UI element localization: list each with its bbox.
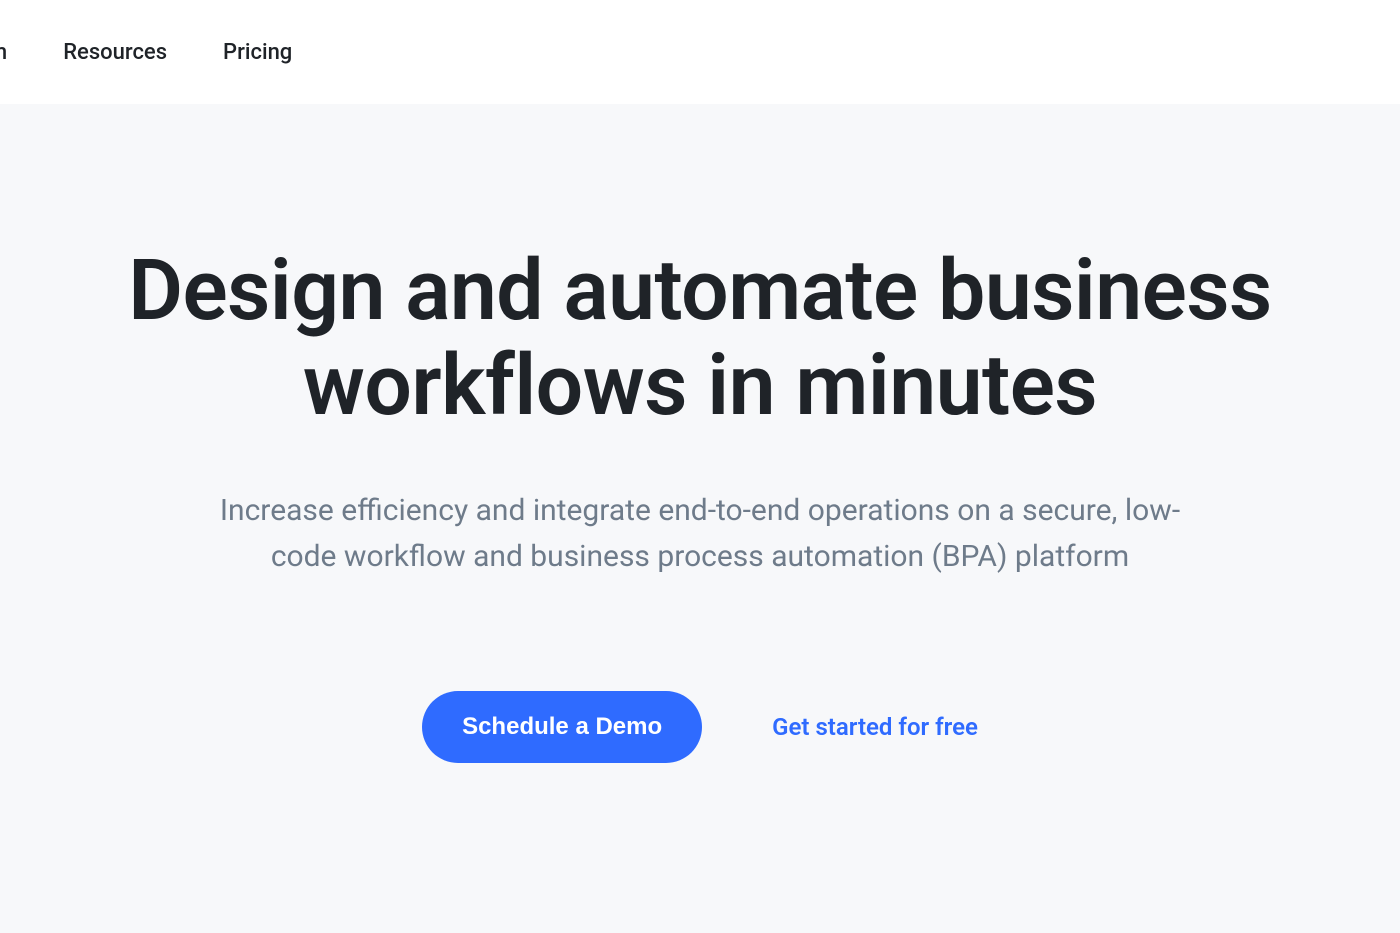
hero-cta-row: Schedule a Demo Get started for free xyxy=(0,691,1400,763)
get-started-link[interactable]: Get started for free xyxy=(772,713,978,741)
hero-section: Design and automate business workflows i… xyxy=(0,104,1400,933)
hero-subtitle: Increase efficiency and integrate end-to… xyxy=(195,488,1205,581)
nav-item-platform[interactable]: form xyxy=(0,40,7,65)
nav-left-group: form Resources Pricing xyxy=(0,40,292,65)
nav-item-resources[interactable]: Resources xyxy=(63,40,167,65)
schedule-demo-button[interactable]: Schedule a Demo xyxy=(422,691,702,763)
nav-item-pricing[interactable]: Pricing xyxy=(223,40,292,65)
top-nav: form Resources Pricing Conta xyxy=(0,0,1400,104)
hero-title-line1: Design and automate business xyxy=(128,241,1271,340)
hero-title-line2: workflows in minutes xyxy=(0,339,1400,434)
hero-title: Design and automate business workflows i… xyxy=(0,244,1400,434)
